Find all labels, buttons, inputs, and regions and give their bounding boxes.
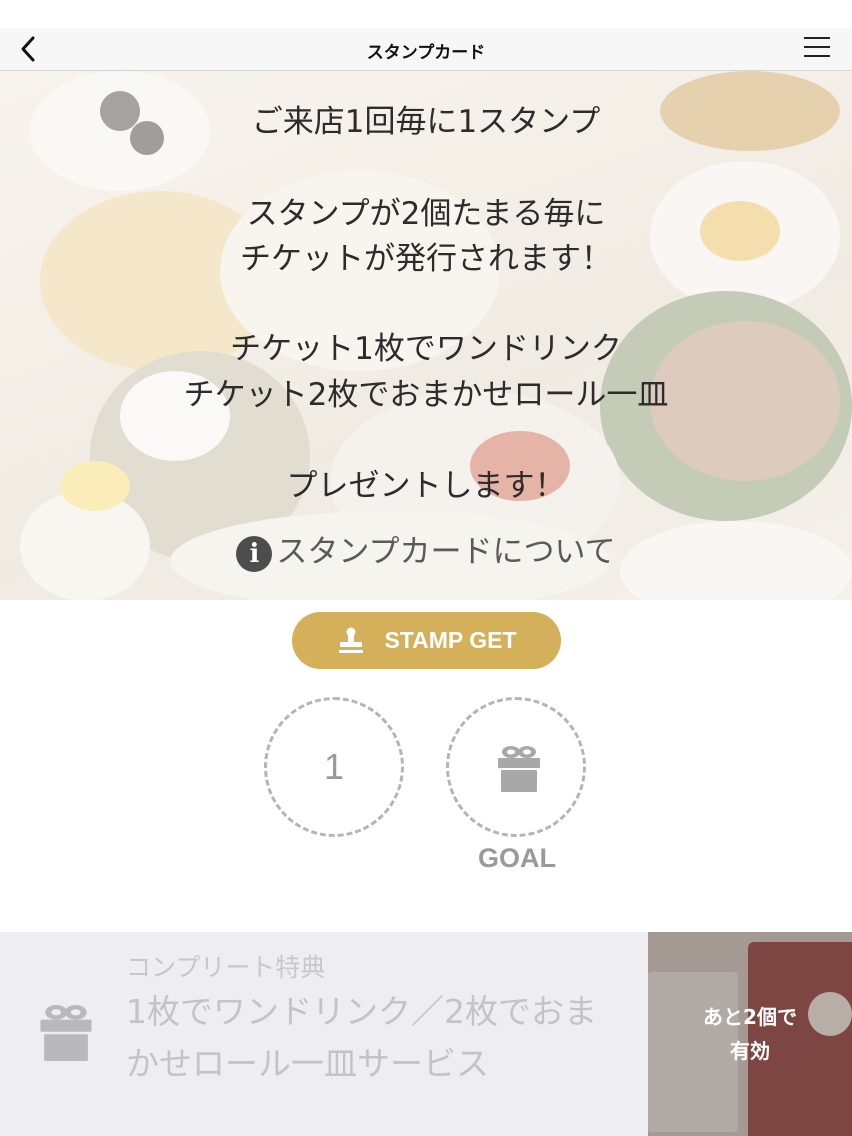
- hero-line-4: チケット1枚でワンドリンク: [230, 331, 622, 367]
- hero-line-6: プレゼントします！: [286, 468, 566, 504]
- stamp-slot-goal: [446, 697, 586, 837]
- hero-line-1: ご来店1回毎に1スタンプ: [251, 104, 601, 140]
- page-title: スタンプカード: [366, 43, 486, 63]
- stamp-slot-number: 1: [323, 746, 345, 787]
- hero-line-3: チケットが発行されます！: [240, 241, 612, 277]
- navigation-bar: スタンプカード: [0, 28, 852, 71]
- complete-reward-text: 1枚でワンドリンク／2枚でおまかせロール一皿サービス: [126, 992, 597, 1083]
- hero-banner: ご来店1回毎に1スタンプ スタンプが2個たまる毎に チケットが発行されます！ チ…: [0, 71, 852, 600]
- complete-status-line-2: 有効: [730, 1039, 770, 1063]
- status-bar: [0, 0, 852, 28]
- goal-label: GOAL: [478, 843, 556, 873]
- complete-status-line-1: あと2個で: [703, 1005, 797, 1029]
- hero-line-2: スタンプが2個たまる毎に: [246, 196, 606, 232]
- info-icon: i: [236, 535, 273, 572]
- hamburger-menu-icon[interactable]: [804, 37, 830, 59]
- gift-icon: [40, 1005, 92, 1061]
- store-image: あと2個で 有効: [648, 932, 852, 1136]
- stamp-icon: [339, 627, 364, 653]
- info-link-label: スタンプカードについて: [276, 534, 616, 570]
- complete-reward-panel: コンプリート特典 1枚でワンドリンク／2枚でおまかせロール一皿サービス あと2個…: [0, 932, 852, 1136]
- stamp-card-info-link[interactable]: i スタンプカードについて: [0, 526, 852, 572]
- gift-icon: [498, 746, 540, 792]
- stamp-slot-1: 1: [264, 697, 404, 837]
- complete-reward-label: コンプリート特典: [126, 953, 326, 982]
- complete-status: あと2個で 有効: [648, 1000, 852, 1068]
- stamp-get-button[interactable]: STAMP GET: [292, 612, 561, 669]
- hero-line-5: チケット2枚でおまかせロール一皿: [183, 377, 669, 413]
- stamp-get-label: STAMP GET: [384, 627, 517, 653]
